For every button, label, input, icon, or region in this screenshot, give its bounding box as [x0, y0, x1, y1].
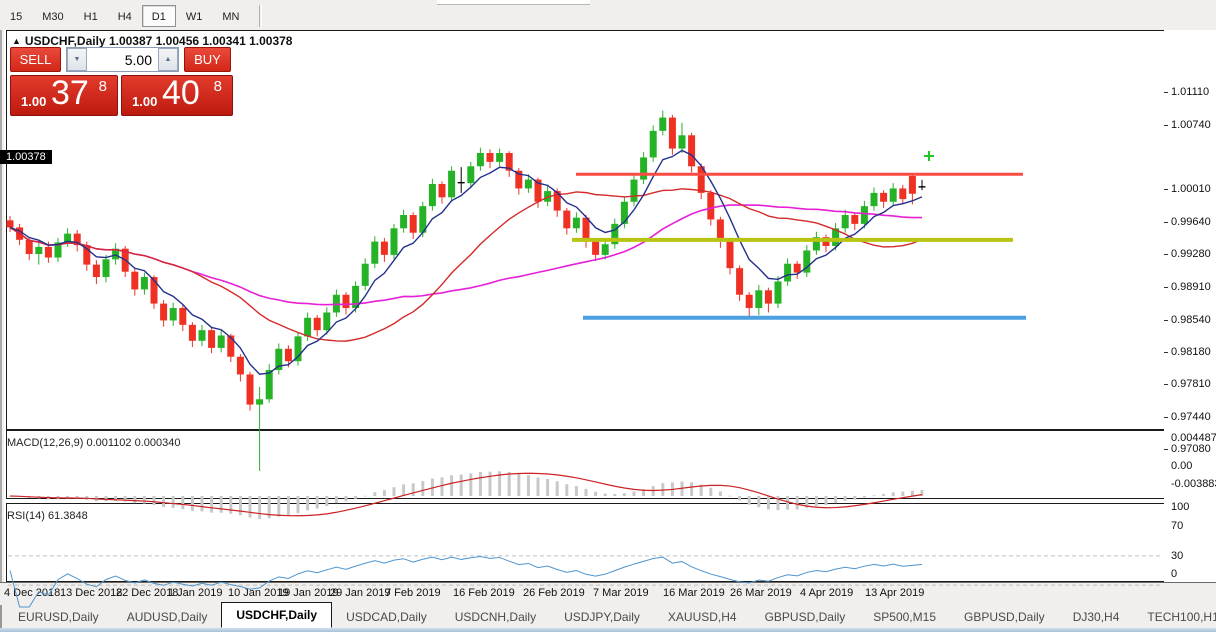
ohlc-values: 1.00387 1.00456 1.00341 1.00378	[109, 34, 293, 48]
volume-increase-button[interactable]: ▲	[158, 48, 178, 71]
buy-price-display[interactable]: 1.00 40 8	[121, 75, 233, 116]
date-axis-label: 13 Apr 2019	[865, 587, 924, 599]
macd-axis-label: -0.003883	[1171, 478, 1216, 490]
sell-button[interactable]: SELL	[10, 47, 61, 72]
timeframe-button-15[interactable]: 15	[0, 5, 32, 27]
date-axis-label: 16 Feb 2019	[453, 587, 515, 599]
price-axis-label: 1.00010	[1171, 183, 1211, 195]
rsi-panel[interactable]	[6, 503, 1165, 582]
date-axis-label: 26 Feb 2019	[523, 587, 585, 599]
volume-stepper: ▼ ▲	[66, 47, 179, 72]
tab-eurusd-daily[interactable]: EURUSD,Daily	[4, 607, 113, 628]
macd-axis-label: 0.004487	[1171, 432, 1216, 444]
timeframe-button-h1[interactable]: H1	[74, 5, 108, 27]
price-tick	[1164, 320, 1168, 321]
rsi-axis-label: 30	[1171, 550, 1183, 562]
price-axis-label: 0.97810	[1171, 378, 1211, 390]
buy-price-point: 8	[214, 78, 222, 95]
date-axis-label: 7 Mar 2019	[593, 587, 649, 599]
buy-price-pips: 40	[162, 74, 200, 113]
tab-dj30-h4[interactable]: DJ30,H4	[1059, 607, 1134, 628]
price-axis-label: 0.99640	[1171, 216, 1211, 228]
tab-xauusd-h4[interactable]: XAUUSD,H4	[654, 607, 751, 628]
price-axis-label: 0.97440	[1171, 411, 1211, 423]
buy-price-base: 1.00	[132, 94, 157, 109]
timeframe-button-m30[interactable]: M30	[32, 5, 73, 27]
rsi-axis-label: 100	[1171, 501, 1189, 513]
date-axis-label: 7 Feb 2019	[385, 587, 441, 599]
tab-usdcad-daily[interactable]: USDCAD,Daily	[332, 607, 441, 628]
price-tick	[1164, 384, 1168, 385]
price-axis-label: 1.01110	[1171, 86, 1209, 98]
sell-price-base: 1.00	[21, 94, 46, 109]
volume-input[interactable]	[87, 48, 158, 71]
toolbar-separator	[259, 5, 262, 27]
date-axis-label: 13 Dec 2018	[60, 587, 122, 599]
timeframe-toolbar: 15M30H1H4D1W1MN	[0, 0, 1216, 31]
price-tick	[1164, 254, 1168, 255]
tab-gbpusd-daily[interactable]: GBPUSD,Daily	[751, 607, 860, 628]
tab-partial[interactable]	[0, 605, 2, 628]
rsi-axis-label: 0	[1171, 568, 1177, 580]
tab-usdchf-daily[interactable]: USDCHF,Daily	[221, 602, 332, 628]
price-axis-label: 0.98910	[1171, 281, 1211, 293]
price-tick	[1164, 449, 1168, 450]
price-tick	[1164, 287, 1168, 288]
sell-price-point: 8	[99, 78, 107, 95]
price-axis: 1.01110 1.00740 1.00010 0.99640 0.99280 0.989…	[1164, 30, 1216, 582]
window-bottom-edge	[0, 628, 1216, 632]
symbol-name: USDCHF,Daily	[25, 34, 106, 48]
tab-usdcnh-daily[interactable]: USDCNH,Daily	[441, 607, 550, 628]
price-tick	[1164, 222, 1168, 223]
window-left-edge	[0, 30, 4, 582]
tab-tech100-h1[interactable]: TECH100,H1	[1133, 607, 1216, 628]
toolbar-edge-highlight	[437, 0, 590, 5]
price-tick	[1164, 417, 1168, 418]
price-tick	[1164, 92, 1168, 93]
date-axis-label: 1 Jan 2019	[168, 587, 222, 599]
rsi-label: RSI(14) 61.3848	[7, 510, 88, 522]
price-tick	[1164, 352, 1168, 353]
price-tick	[1164, 189, 1168, 190]
price-axis-label: 0.97080	[1171, 443, 1211, 455]
timeframe-buttons: 15M30H1H4D1W1MN	[0, 4, 262, 28]
tab-sp500-m15[interactable]: SP500,M15	[859, 607, 950, 628]
date-axis-label: 29 Jan 2019	[330, 587, 391, 599]
chart-tab-bar: EURUSD,DailyAUDUSD,DailyUSDCHF,DailyUSDC…	[0, 602, 1216, 628]
sell-price-display[interactable]: 1.00 37 8	[10, 75, 118, 116]
chart-title: ▲ USDCHF,Daily 1.00387 1.00456 1.00341 1.…	[12, 34, 292, 48]
buy-button[interactable]: BUY	[184, 47, 231, 72]
sell-price-pips: 37	[51, 74, 89, 113]
date-axis-label: 26 Mar 2019	[730, 587, 792, 599]
price-axis-label: 1.00740	[1171, 119, 1211, 131]
timeframe-button-h4[interactable]: H4	[108, 5, 142, 27]
macd-label: MACD(12,26,9) 0.001102 0.000340	[7, 437, 180, 449]
trading-terminal: 15M30H1H4D1W1MN ▲ USDCHF,Daily 1.00387 1.…	[0, 0, 1216, 632]
date-axis-label: 16 Mar 2019	[663, 587, 725, 599]
current-price-tag: 1.00378	[0, 150, 52, 164]
price-axis-label: 0.98540	[1171, 314, 1211, 326]
price-axis-label: 0.99280	[1171, 248, 1211, 260]
date-axis-label: 4 Dec 2018	[4, 587, 60, 599]
collapse-arrow-icon[interactable]: ▲	[12, 36, 21, 46]
timeframe-button-mn[interactable]: MN	[212, 5, 249, 27]
price-axis-label: 0.98180	[1171, 346, 1211, 358]
timeframe-button-w1[interactable]: W1	[176, 5, 213, 27]
tab-usdjpy-daily[interactable]: USDJPY,Daily	[550, 607, 654, 628]
volume-decrease-button[interactable]: ▼	[67, 48, 87, 71]
chart-window: ▲ USDCHF,Daily 1.00387 1.00456 1.00341 1.…	[0, 30, 1216, 582]
date-axis-label: 4 Apr 2019	[800, 587, 853, 599]
timeframe-button-d1[interactable]: D1	[142, 5, 176, 27]
tab-audusd-daily[interactable]: AUDUSD,Daily	[113, 607, 222, 628]
rsi-axis-label: 70	[1171, 520, 1183, 532]
tab-gbpusd-daily[interactable]: GBPUSD,Daily	[950, 607, 1059, 628]
price-tick	[1164, 125, 1168, 126]
macd-axis-label: 0.00	[1171, 460, 1192, 472]
date-axis: 4 Dec 201813 Dec 201822 Dec 20181 Jan 20…	[0, 582, 1216, 603]
